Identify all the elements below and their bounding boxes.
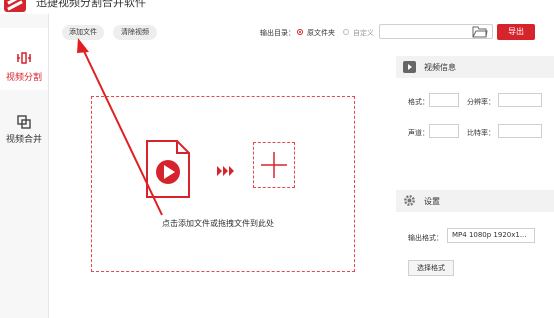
resolution-label: 分辨率： — [467, 98, 495, 106]
settings-header: 设置 — [396, 190, 554, 212]
resolution-value-box — [498, 93, 542, 107]
title-bar: 迅捷视频分割合并软件 — [0, 0, 554, 14]
sidebar-item-video-merge[interactable]: 视频合并 — [0, 104, 48, 166]
channel-label: 声道： — [408, 129, 429, 137]
app-logo-icon — [4, 0, 26, 12]
sidebar-item-video-split[interactable]: 视频分割 — [0, 28, 48, 90]
drop-zone[interactable]: 点击添加文件或拖拽文件到此处 — [91, 96, 355, 272]
radio-custom[interactable] — [343, 29, 349, 35]
video-info-title: 视频信息 — [424, 63, 456, 72]
settings-title: 设置 — [424, 197, 440, 206]
export-button[interactable]: 导出 — [497, 24, 535, 40]
bitrate-value-box — [498, 124, 542, 138]
sidebar-item-label: 视频分割 — [5, 73, 42, 83]
folder-icon[interactable] — [472, 25, 488, 38]
radio-custom-label[interactable]: 自定义 — [353, 28, 374, 38]
sidebar: 视频分割 视频合并 — [0, 14, 49, 318]
split-icon — [17, 52, 31, 64]
add-file-button[interactable]: 添加文件 — [62, 25, 104, 40]
video-info-header: 视频信息 — [396, 56, 554, 78]
gear-icon — [404, 195, 415, 206]
output-format-select[interactable]: MP4 1080p 1920x1... — [447, 228, 535, 243]
radio-source-folder-label[interactable]: 原文件夹 — [307, 28, 335, 38]
video-file-icon — [146, 140, 190, 198]
radio-source-folder[interactable] — [297, 29, 303, 35]
channel-value-box — [429, 124, 459, 138]
plus-icon — [261, 152, 287, 178]
add-slot[interactable] — [253, 142, 295, 188]
bitrate-label: 比特率： — [467, 129, 495, 137]
clear-video-button[interactable]: 清除视频 — [113, 25, 157, 40]
merge-icon — [17, 115, 31, 129]
video-info-icon — [403, 61, 416, 73]
output-format-label: 输出格式： — [408, 234, 443, 242]
sidebar-item-label: 视频合并 — [5, 135, 42, 145]
choose-format-button[interactable]: 选择格式 — [408, 260, 454, 276]
format-value-box — [429, 93, 459, 107]
format-label: 格式： — [408, 98, 429, 106]
arrows-icon — [217, 166, 234, 176]
drop-hint: 点击添加文件或拖拽文件到此处 — [162, 219, 274, 228]
app-title: 迅捷视频分割合并软件 — [36, 0, 146, 9]
output-dir-label: 输出目录： — [260, 29, 295, 37]
